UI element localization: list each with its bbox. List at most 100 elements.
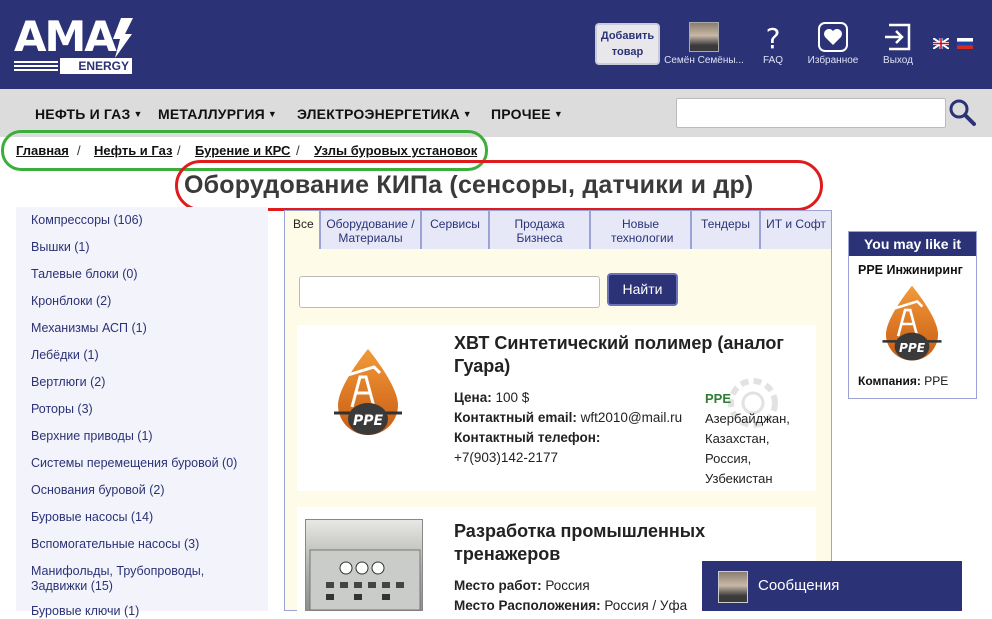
caret-down-icon: ▼ (462, 109, 472, 119)
tab-it-software[interactable]: ИТ и Софт (760, 210, 832, 250)
sidebar-item[interactable]: Основания буровой (2) (31, 483, 261, 498)
you-may-like-widget[interactable]: You may like it PPE Инжиниринг PPE Компа… (848, 231, 977, 399)
listing-field: Контактный email: wft2010@mail.ru (454, 408, 682, 428)
recommended-company-name[interactable]: PPE Инжиниринг (858, 263, 963, 277)
sidebar-item[interactable]: Роторы (3) (31, 402, 261, 417)
sidebar-item[interactable]: Вертлюги (2) (31, 375, 261, 390)
sidebar-item[interactable]: Кронблоки (2) (31, 294, 261, 309)
ppe-logo-text: PPE (353, 413, 384, 429)
tab-equipment[interactable]: Оборудование / Материалы (320, 210, 421, 250)
nav-power[interactable]: ЭЛЕКТРОЭНЕРГЕТИКА ▼ (297, 106, 472, 122)
avatar (718, 571, 748, 603)
region-item: Узбекистан (705, 471, 773, 486)
sidebar-item[interactable]: Механизмы АСП (1) (31, 321, 261, 336)
messages-panel[interactable]: Сообщения (702, 561, 962, 611)
filter-input[interactable] (299, 276, 600, 308)
sidebar-item[interactable]: Лебёдки (1) (31, 348, 261, 363)
nav-metallurgy-label: МЕТАЛЛУРГИЯ (158, 106, 265, 122)
nav-metallurgy[interactable]: МЕТАЛЛУРГИЯ ▼ (158, 106, 277, 122)
ru-flag-icon[interactable] (957, 38, 973, 49)
favorites-button[interactable]: Избранное (805, 22, 861, 66)
breadcrumb-drilling[interactable]: Бурение и КРС (195, 143, 290, 158)
category-sidebar: Компрессоры (106) Вышки (1) Талевые блок… (16, 207, 268, 618)
language-switcher (933, 38, 975, 50)
field-value: 100 $ (495, 390, 530, 405)
logout-label: Выход (883, 55, 913, 66)
listing-phone: +7(903)142-2177 (454, 450, 558, 465)
listing-field: Цена: 100 $ (454, 388, 529, 408)
ppe-logo-text: PPE (899, 341, 926, 355)
listing-card[interactable]: PPE ХВТ Синтетический полимер (аналог Гу… (297, 325, 816, 491)
control-panel-icon (309, 549, 421, 611)
sidebar-item[interactable]: Верхние приводы (1) (31, 429, 261, 444)
nav-other-label: ПРОЧЕЕ (491, 106, 551, 122)
listing-image (305, 519, 423, 611)
caret-down-icon: ▼ (133, 109, 143, 119)
breadcrumb-separator: / (296, 143, 300, 158)
sidebar-item[interactable]: Компрессоры (106) (31, 213, 261, 228)
you-may-like-heading: You may like it (849, 232, 976, 256)
region-item: Азербайджан, (705, 411, 790, 426)
sidebar-item[interactable]: Буровые ключи (1) (31, 604, 261, 619)
tab-business-sale[interactable]: Продажа Бизнеса (489, 210, 590, 250)
company-value: PPE (924, 374, 949, 388)
faq-button[interactable]: ? FAQ (758, 22, 788, 66)
breadcrumb-oil-gas[interactable]: Нефть и Газ (94, 143, 172, 158)
sidebar-item[interactable]: Вспомогательные насосы (3) (31, 537, 261, 552)
question-icon: ? (766, 22, 781, 52)
listing-tabs: Все Оборудование / Материалы Сервисы Про… (284, 210, 832, 250)
breadcrumb-home[interactable]: Главная (16, 143, 69, 158)
region-item: Россия, (705, 451, 752, 466)
listing-company-block: PPE Азербайджан, Казахстан, Россия, Узбе… (705, 389, 805, 489)
recommended-company: Компания: PPE (858, 374, 948, 388)
search-input[interactable] (676, 98, 946, 128)
breadcrumb-separator: / (77, 143, 81, 158)
sidebar-item[interactable]: Талевые блоки (0) (31, 267, 261, 282)
listing-title[interactable]: Разработка промышленных тренажеров (454, 520, 809, 566)
logo-main-text: AMA (14, 12, 117, 61)
add-product-line2: товар (611, 46, 644, 58)
ppe-logo-icon: PPE (882, 285, 942, 361)
sidebar-item[interactable]: Буровые насосы (14) (31, 510, 261, 525)
tab-services[interactable]: Сервисы (421, 210, 489, 250)
page-title: Оборудование КИПа (сенсоры, датчики и др… (184, 171, 754, 199)
region-item: Казахстан, (705, 431, 770, 446)
nav-other[interactable]: ПРОЧЕЕ ▼ (491, 106, 563, 122)
favorites-label: Избранное (807, 55, 859, 66)
company-link[interactable]: PPE (705, 389, 805, 409)
sidebar-item[interactable]: Вышки (1) (31, 240, 261, 255)
field-label: Место работ: (454, 578, 542, 593)
nav-oil-gas[interactable]: НЕФТЬ И ГАЗ ▼ (35, 106, 143, 122)
company-label: Компания: (858, 374, 921, 388)
sidebar-item[interactable]: Манифольды, Трубопроводы, Задвижки (15) (31, 564, 261, 594)
messages-label: Сообщения (758, 577, 840, 594)
add-product-line1: Добавить (600, 30, 655, 42)
user-profile[interactable]: Семён Семёны... (662, 22, 746, 66)
top-bar: AMA ENERGY Добавить товар Семён Семёны..… (0, 0, 992, 89)
logout-icon (885, 23, 911, 51)
uk-flag-icon[interactable] (933, 38, 949, 49)
breadcrumb-rig-units[interactable]: Узлы буровых установок (314, 143, 477, 158)
add-product-button[interactable]: Добавить товар (595, 23, 660, 65)
field-value: wft2010@mail.ru (580, 410, 683, 425)
nav-power-label: ЭЛЕКТРОЭНЕРГЕТИКА (297, 106, 460, 122)
sidebar-item[interactable]: Системы перемещения буровой (0) (31, 456, 261, 471)
ama-energy-logo[interactable]: AMA ENERGY (14, 14, 134, 76)
field-label: Контактный email: (454, 410, 577, 425)
tab-tenders[interactable]: Тендеры (691, 210, 760, 250)
heart-icon (818, 22, 848, 52)
listing-field: Место Расположения: Россия / Уфа (454, 596, 687, 616)
user-name: Семён Семёны... (664, 55, 744, 66)
tab-all[interactable]: Все (284, 210, 320, 250)
svg-text:?: ? (766, 22, 781, 52)
ppe-logo-icon: PPE (334, 349, 402, 435)
logout-button[interactable]: Выход (881, 22, 915, 66)
find-button[interactable]: Найти (607, 273, 678, 306)
breadcrumb-separator: / (177, 143, 181, 158)
search-icon[interactable] (948, 97, 976, 127)
logo-lines (14, 61, 58, 73)
faq-label: FAQ (762, 55, 783, 66)
field-label: Контактный телефон: (454, 430, 601, 445)
lightning-icon (113, 18, 133, 58)
tab-new-tech[interactable]: Новые технологии (590, 210, 691, 250)
